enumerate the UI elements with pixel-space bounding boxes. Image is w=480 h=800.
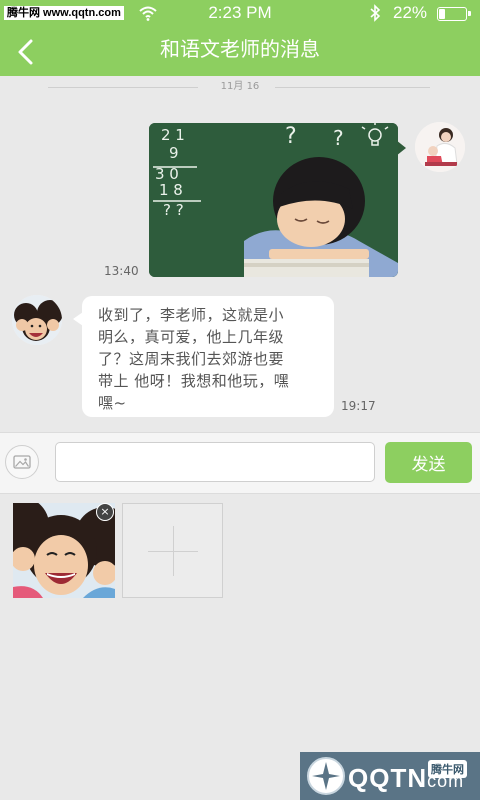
message-line: 了？这周末我们去郊游也要 [98,350,285,368]
image-icon [13,455,31,469]
avatar-image [415,122,465,172]
message-time: 13:40 [104,264,139,278]
teacher-avatar[interactable] [12,295,62,345]
message-line: 带上 他呀！我想和他玩，嘿 [98,372,290,390]
page-title: 和语文老师的消息 [160,37,320,61]
battery-percent: 22% [393,3,428,22]
avatar-image [12,295,62,345]
battery-icon [437,7,471,21]
image-message[interactable]: 2 1 9 3 0 1 8 ? ? ? ? [149,123,398,277]
message-time: 19:17 [341,399,376,413]
svg-text:?: ? [333,126,344,150]
my-avatar[interactable] [415,122,465,172]
attach-image-button[interactable] [5,445,39,479]
chalkboard-photo: 2 1 9 3 0 1 8 ? ? ? ? [149,123,398,277]
date-separator: 11月 16 [0,80,480,94]
bluetooth-icon [370,4,381,22]
text-message[interactable]: 收到了，李老师，这就是小 明么，真可爱，他上几年级 了？这周末我们去郊游也要 带… [82,296,334,417]
brand-logo: QQTNcom 腾牛网 [300,752,480,800]
svg-text:1 8: 1 8 [159,181,183,199]
compose-bar: 发送 [0,432,480,494]
message-line: 收到了，李老师，这就是小 [98,306,285,324]
message-input[interactable] [55,442,375,482]
svg-text:?: ? [285,124,297,149]
send-button[interactable]: 发送 [385,442,472,483]
header-bar: 腾牛网 www.qqtn.com 2:23 PM 22% 和语文老师的消息 [0,0,480,76]
logo-site-badge: 腾牛网 [428,760,467,778]
svg-text:? ?: ? ? [163,201,184,219]
message-line: 嘿~ [98,394,127,412]
message-line: 明么，真可爱，他上几年级 [98,328,285,346]
battery-fill [439,9,445,19]
add-attachment-button[interactable] [122,503,223,598]
logo-emblem-icon [307,757,345,795]
svg-text:2 1: 2 1 [161,126,185,144]
remove-attachment-button[interactable]: × [96,503,114,521]
status-bar: 腾牛网 www.qqtn.com 2:23 PM 22% [0,0,480,28]
svg-text:9: 9 [169,144,179,162]
